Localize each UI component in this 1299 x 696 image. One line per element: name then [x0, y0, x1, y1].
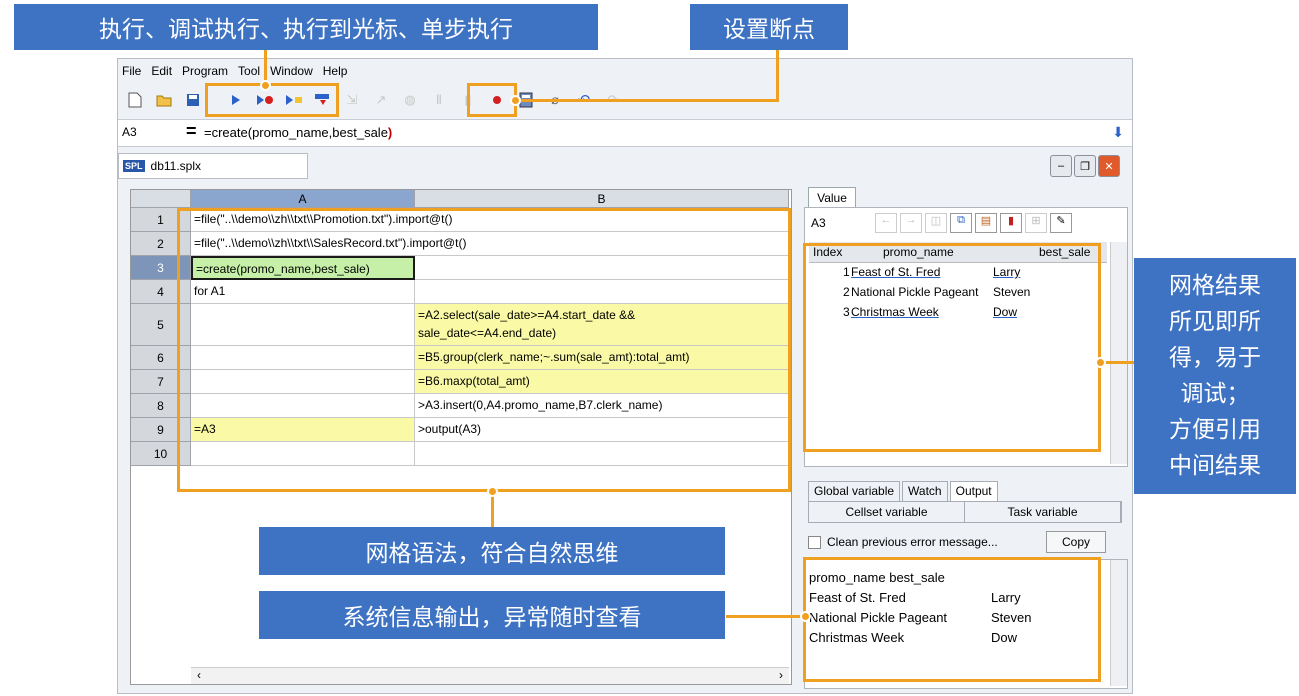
callout-execute: 执行、调试执行、执行到光标、单步执行	[14, 4, 598, 50]
export-icon[interactable]: ⊞	[1025, 213, 1047, 233]
table-icon[interactable]: ▤	[975, 213, 997, 233]
copy-button[interactable]: Copy	[1046, 531, 1106, 553]
window-controls: – ❐ ✕	[1048, 155, 1120, 177]
close-icon[interactable]: ✕	[1098, 155, 1120, 177]
scroll-left-icon[interactable]: ‹	[197, 668, 201, 682]
pause-icon[interactable]: Ⅱ	[430, 91, 448, 109]
callout-line: 中间结果	[1169, 453, 1261, 479]
highlight-value-table	[803, 243, 1101, 452]
connector-breakpoint	[776, 50, 779, 102]
connector-dot	[800, 611, 811, 622]
connector-dot	[487, 486, 498, 497]
formula-prefix: =create(	[204, 125, 253, 140]
tab-output[interactable]: Output	[949, 481, 998, 502]
horizontal-scrollbar[interactable]: ‹ ›	[191, 667, 789, 684]
callout-line: 得，易于	[1169, 345, 1261, 371]
value-cell-ref: A3	[811, 216, 826, 230]
menu-tool[interactable]: Tool	[238, 64, 260, 78]
step-out-icon[interactable]: ↗	[372, 91, 390, 109]
menu-window[interactable]: Window	[270, 64, 313, 78]
save-icon[interactable]	[184, 91, 202, 109]
clear-error-row: Clean previous error message...	[808, 535, 998, 549]
connector-dot	[1095, 357, 1106, 368]
scroll-right-icon[interactable]: ›	[779, 668, 783, 682]
menu-program[interactable]: Program	[182, 64, 228, 78]
callout-sys-output: 系统信息输出，异常随时查看	[259, 591, 725, 639]
lock-icon[interactable]: ◫	[925, 213, 947, 233]
formula-input[interactable]: =create(promo_name,best_sale)	[204, 125, 392, 140]
open-folder-icon[interactable]	[155, 91, 173, 109]
pin-icon[interactable]: ✎	[1050, 213, 1072, 233]
highlight-output	[803, 557, 1101, 682]
value-toolbar: ← → ◫ ⧉ ▤ ▮ ⊞ ✎	[875, 213, 1072, 233]
highlight-execute-buttons	[205, 83, 339, 117]
bottom-tabs: Global variable Watch Output	[808, 481, 1000, 502]
spl-file-icon: SPL	[123, 160, 145, 172]
stop-icon[interactable]: ◍	[401, 91, 419, 109]
tab-db11[interactable]: SPL db11.splx	[118, 153, 308, 179]
copy-value-icon[interactable]: ⧉	[950, 213, 972, 233]
connector-dot	[510, 95, 521, 106]
clear-error-checkbox[interactable]	[808, 535, 821, 549]
new-file-icon[interactable]	[126, 91, 144, 109]
forward-icon[interactable]: →	[900, 213, 922, 233]
menu-edit[interactable]: Edit	[151, 64, 172, 78]
chart-icon[interactable]: ▮	[1000, 213, 1022, 233]
connector-execute	[264, 50, 267, 84]
restore-icon[interactable]: ❐	[1074, 155, 1096, 177]
output-vertical-scrollbar[interactable]	[1110, 560, 1127, 686]
menu-bar: File Edit Program Tool Window Help	[118, 59, 1132, 83]
callout-grid-result: 网格结果 所见即所 得，易于 调试； 方便引用 中间结果	[1134, 258, 1296, 494]
callout-line: 调试；	[1180, 381, 1250, 407]
callout-line: 网格结果	[1169, 273, 1261, 299]
cell-reference[interactable]: A3	[122, 125, 178, 139]
download-icon[interactable]: ⬇	[1112, 124, 1124, 141]
connector-breakpoint-h	[516, 99, 779, 102]
callout-grid-syntax: 网格语法，符合自然思维	[259, 527, 725, 575]
callout-line: 所见即所	[1169, 309, 1261, 335]
highlight-grid	[177, 208, 791, 492]
minimize-icon[interactable]: –	[1050, 155, 1072, 177]
formula-suffix: )	[387, 125, 393, 140]
menu-file[interactable]: File	[122, 64, 141, 78]
corner-header	[131, 190, 191, 208]
tab-watch[interactable]: Watch	[902, 481, 948, 502]
callout-line: 方便引用	[1169, 417, 1261, 443]
formula-bar: A3 = =create(promo_name,best_sale) ⬇	[118, 119, 1132, 147]
tab-value[interactable]: Value	[808, 187, 856, 208]
tab-title: db11.splx	[150, 159, 201, 173]
back-icon[interactable]: ←	[875, 213, 897, 233]
equals-icon: =	[186, 121, 197, 141]
clear-error-label: Clean previous error message...	[827, 535, 998, 549]
connector-dot	[260, 80, 271, 91]
callout-breakpoint: 设置断点	[690, 4, 848, 50]
value-vertical-scrollbar[interactable]	[1110, 242, 1127, 464]
formula-args: promo_name,best_sale	[252, 125, 388, 140]
tab-task-variable[interactable]: Task variable	[965, 502, 1121, 522]
variable-subtabs: Cellset variable Task variable	[808, 501, 1122, 523]
menu-help[interactable]: Help	[323, 64, 348, 78]
tab-cellset-variable[interactable]: Cellset variable	[809, 502, 965, 522]
tab-global-variable[interactable]: Global variable	[808, 481, 901, 502]
step-into-icon[interactable]: ⇲	[343, 91, 361, 109]
connector-output	[726, 615, 806, 618]
column-header-a[interactable]: A	[191, 190, 415, 208]
column-header-b[interactable]: B	[415, 190, 789, 208]
